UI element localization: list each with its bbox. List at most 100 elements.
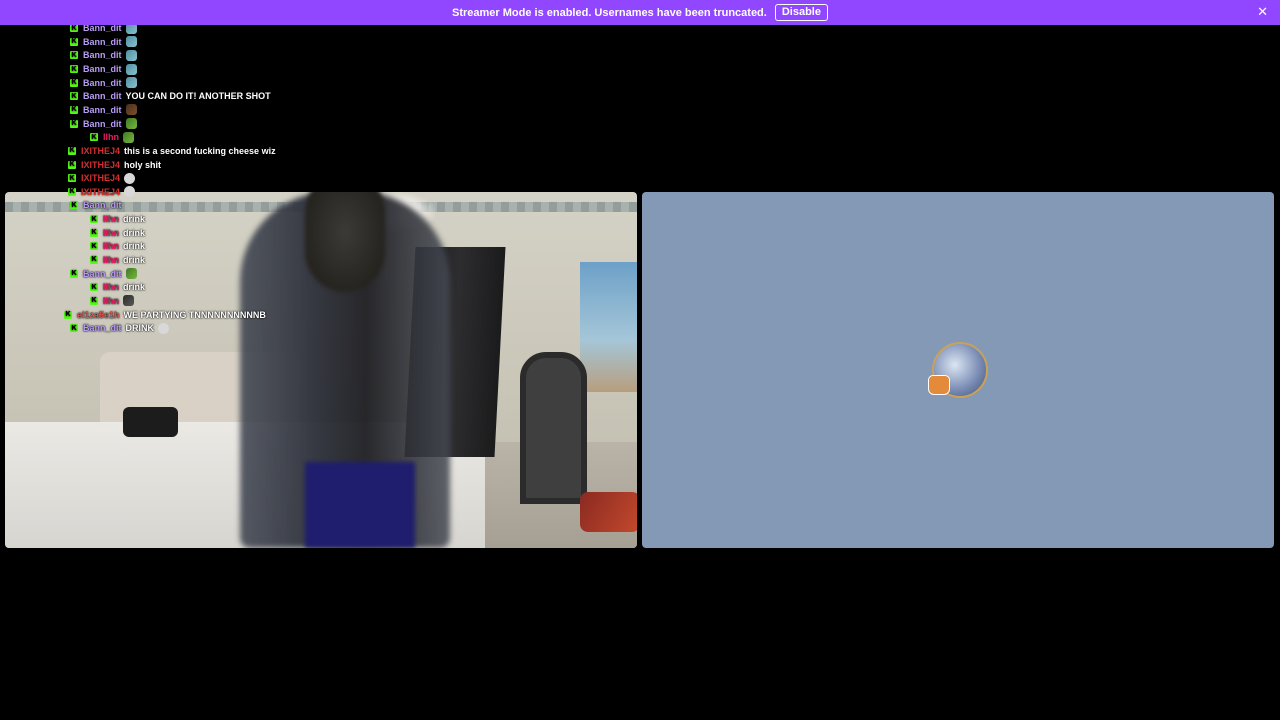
chat-message: Kllhn drink: [0, 226, 360, 240]
chat-message: K Bann_dit: [0, 49, 360, 63]
streamer-mode-message: Streamer Mode is enabled. Usernames have…: [452, 6, 767, 19]
chat-username[interactable]: llhn: [103, 228, 119, 238]
chat-text: drink: [123, 254, 146, 265]
bubble-emote-icon: [158, 322, 170, 334]
brown-emote-icon: [125, 104, 137, 116]
chat-text: drink: [123, 214, 146, 225]
kick-badge-icon: K: [64, 310, 72, 319]
green-emote-icon: [125, 268, 137, 280]
chat-message: K Bann_dit: [0, 62, 360, 76]
chat-username[interactable]: Bann_dit: [83, 119, 122, 129]
chat-text: DRINK: [125, 323, 155, 334]
green-emote-icon: [125, 118, 137, 130]
chat-text: YOU CAN DO IT! ANOTHER SHOT: [125, 91, 271, 102]
wall-poster: [580, 262, 637, 392]
kick-badge-icon: K: [70, 324, 78, 333]
chat-message: K IXITHEJ4: [0, 185, 360, 199]
chat-message: Kel1za5e1h WE PARTYING TNNNNNNNNNNB: [0, 308, 360, 322]
chat-message: K Bann_dit YOU CAN DO IT! ANOTHER SHOT: [0, 89, 360, 103]
kick-badge-icon: K: [90, 133, 98, 142]
kick-badge-icon: K: [70, 51, 78, 60]
chat-username[interactable]: Bann_dit: [83, 200, 122, 210]
chat-message: Kllhn: [0, 130, 360, 144]
kick-badge-icon: K: [70, 201, 78, 210]
chat-username[interactable]: IXITHEJ4: [81, 187, 120, 197]
chat-username[interactable]: llhn: [103, 214, 119, 224]
chat-message: K Bann_dit: [0, 117, 360, 131]
kick-badge-icon: K: [90, 228, 98, 237]
chat-username[interactable]: IXITHEJ4: [81, 146, 120, 156]
fish-emote-icon: [125, 77, 137, 89]
chat-username[interactable]: llhn: [103, 132, 119, 142]
chat-username[interactable]: Bann_dit: [83, 105, 122, 115]
dark-emote-icon: [123, 295, 134, 307]
chat-username[interactable]: Bann_dit: [83, 50, 122, 60]
fish-emote-icon: [125, 63, 137, 75]
chat-username[interactable]: llhn: [103, 255, 119, 265]
bubble-emote-icon: [124, 186, 136, 198]
kick-badge-icon: K: [70, 92, 78, 101]
clothing-pile: [123, 407, 178, 437]
red-bag: [580, 492, 637, 532]
chat-username[interactable]: IXITHEJ4: [81, 173, 120, 183]
chat-username[interactable]: Bann_dit: [83, 78, 122, 88]
chat-message: K Bann_dit DRINK: [0, 321, 360, 335]
kick-badge-icon: K: [70, 37, 78, 46]
kick-badge-icon: K: [70, 65, 78, 74]
chat-message: Kllhn: [0, 294, 360, 308]
chat-username[interactable]: IXITHEJ4: [81, 160, 120, 170]
chat-text: drink: [123, 227, 146, 238]
kick-badge-icon: K: [70, 105, 78, 114]
kick-badge-icon: K: [70, 24, 78, 33]
chat-message: Kllhn drink: [0, 280, 360, 294]
kick-badge-icon: K: [90, 283, 98, 292]
chat-username[interactable]: Bann_dit: [83, 37, 122, 47]
chat-username[interactable]: Bann_dit: [83, 64, 122, 74]
kick-badge-icon: K: [70, 78, 78, 87]
chat-message: K IXITHEJ4: [0, 171, 360, 185]
green-emote-icon: [123, 131, 134, 143]
chat-username[interactable]: Bann_dit: [83, 91, 122, 101]
kick-badge-icon: K: [68, 187, 76, 196]
kick-badge-icon: K: [70, 119, 78, 128]
chat-message: Kllhn drink: [0, 240, 360, 254]
chat-username[interactable]: Bann_dit: [83, 269, 122, 279]
kick-badge-icon: K: [70, 269, 78, 278]
chat-message: K Bann_dit: [0, 103, 360, 117]
kick-badge-icon: K: [90, 215, 98, 224]
chat-message: K IXITHEJ4 holy shit: [0, 158, 360, 172]
fish-emote-icon: [125, 49, 137, 61]
kick-badge-icon: K: [68, 174, 76, 183]
kick-badge-icon: K: [68, 160, 76, 169]
chat-username[interactable]: Bann_dit: [83, 323, 122, 333]
chat-text: drink: [123, 282, 146, 293]
person-legs: [305, 462, 415, 548]
disable-streamer-mode-button[interactable]: Disable: [774, 4, 828, 21]
chat-text: this is a second fucking cheese wiz: [124, 145, 276, 156]
chat-message: K Bann_dit: [0, 267, 360, 281]
kick-badge-icon: K: [68, 146, 76, 155]
chat-message: K Bann_dit: [0, 76, 360, 90]
chat-username[interactable]: el1za5e1h: [77, 310, 120, 320]
streamer-mode-banner: Streamer Mode is enabled. Usernames have…: [0, 0, 1280, 25]
chat-message: Kllhn drink: [0, 212, 360, 226]
chat-username[interactable]: llhn: [103, 282, 119, 292]
bubble-emote-icon: [124, 172, 136, 184]
chat-message: K IXITHEJ4 this is a second fucking cheese…: [0, 144, 360, 158]
close-icon[interactable]: ✕: [1257, 4, 1268, 20]
chat-text: WE PARTYING TNNNNNNNNNNB: [123, 309, 266, 320]
chat-text: holy shit: [124, 159, 162, 170]
chat-text: drink: [123, 241, 146, 252]
chat-overlay: KllhnKllhnKBann_ditKBann_ditKBann_ditKBa…: [0, 0, 360, 335]
standing-mirror: [520, 352, 587, 504]
kick-badge-icon: K: [90, 296, 98, 305]
chat-username[interactable]: llhn: [103, 241, 119, 251]
chat-message: K Bann_dit: [0, 199, 360, 213]
cat-icon: [928, 375, 950, 395]
kick-badge-icon: K: [90, 255, 98, 264]
kick-badge-icon: K: [90, 242, 98, 251]
fish-emote-icon: [125, 36, 137, 48]
avatar-video-tile[interactable]: [642, 192, 1274, 548]
chat-username[interactable]: llhn: [103, 296, 119, 306]
chat-message: Kllhn drink: [0, 253, 360, 267]
